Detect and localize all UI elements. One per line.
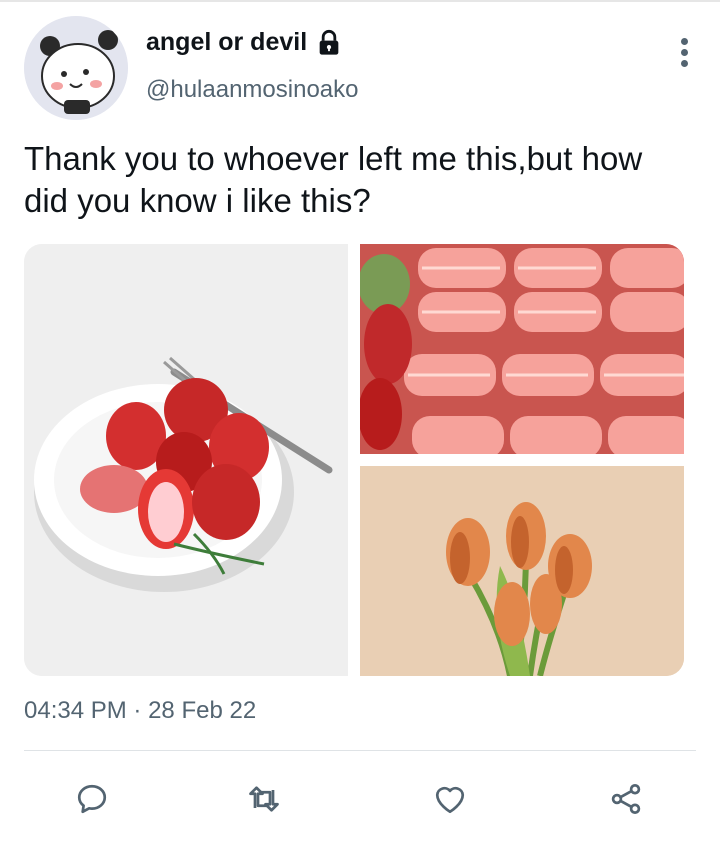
heart-icon bbox=[435, 786, 465, 814]
divider bbox=[24, 750, 696, 751]
top-border bbox=[0, 0, 720, 2]
user-handle[interactable]: @hulaanmosinoako bbox=[146, 76, 359, 104]
reply-icon bbox=[77, 784, 107, 814]
tweet-time: 04:34 PM bbox=[24, 697, 127, 724]
reply-button[interactable] bbox=[72, 772, 112, 826]
display-name[interactable]: angel or devil bbox=[146, 28, 307, 57]
lock-icon bbox=[319, 29, 339, 55]
media-image-tulips[interactable] bbox=[360, 466, 684, 676]
retweet-icon bbox=[249, 786, 279, 812]
avatar[interactable] bbox=[24, 16, 128, 120]
share-icon bbox=[611, 784, 641, 814]
name-row: angel or devil bbox=[146, 28, 343, 57]
more-vertical-icon[interactable] bbox=[678, 38, 690, 70]
media-image-macarons[interactable] bbox=[360, 244, 684, 454]
media-image-strawberries[interactable] bbox=[24, 244, 348, 676]
meta-separator: · bbox=[133, 697, 142, 724]
tweet-text: Thank you to whoever left me this,but ho… bbox=[24, 140, 643, 219]
media-grid bbox=[24, 244, 684, 676]
avatar-image bbox=[24, 16, 128, 120]
share-button[interactable] bbox=[606, 772, 646, 826]
action-bar bbox=[0, 772, 720, 826]
tweet: angel or devil @hulaanmosinoako Thank yo… bbox=[0, 0, 720, 847]
like-button[interactable] bbox=[430, 772, 470, 826]
tweet-date: 28 Feb 22 bbox=[148, 697, 257, 724]
retweet-button[interactable] bbox=[244, 772, 284, 826]
tweet-timestamp[interactable]: 04:34 PM · 28 Feb 22 bbox=[24, 697, 256, 725]
